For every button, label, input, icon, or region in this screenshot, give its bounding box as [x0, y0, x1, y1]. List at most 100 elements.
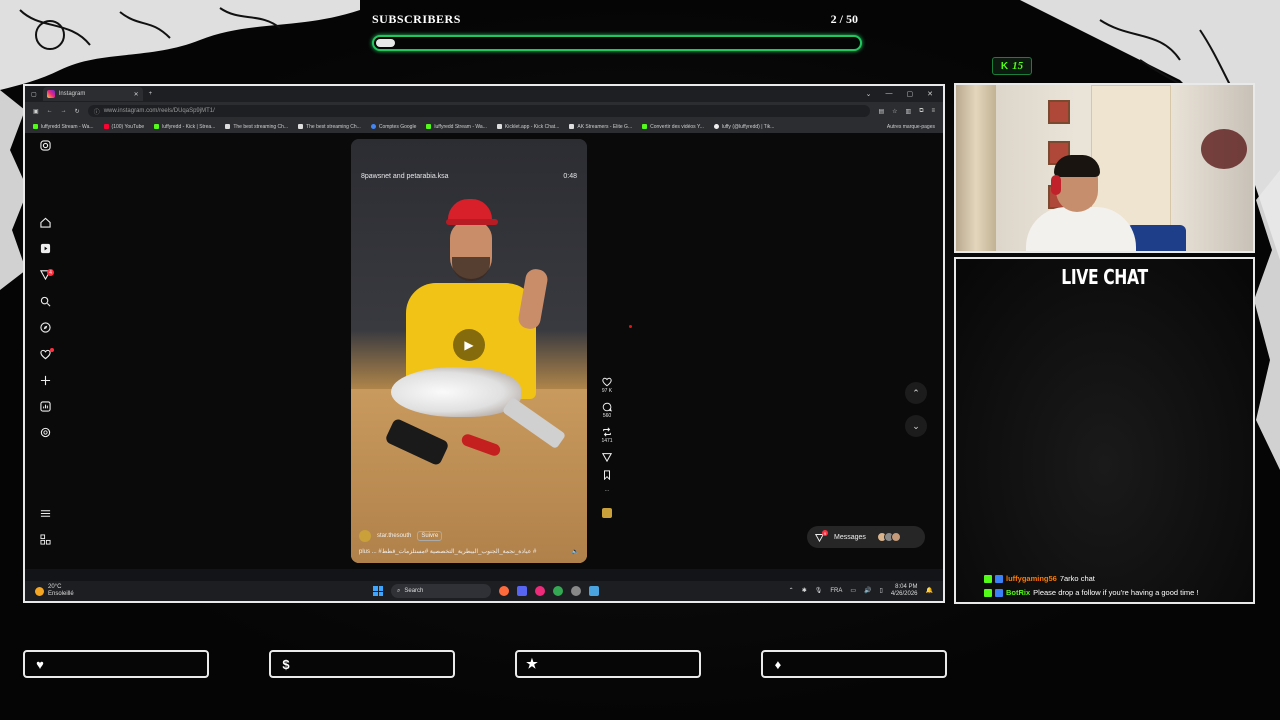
- kick-badge-icon: [984, 589, 992, 597]
- notification-center-icon[interactable]: 🔔: [926, 588, 933, 595]
- taskbar-search[interactable]: ⌕ Search: [391, 584, 491, 598]
- search-icon[interactable]: [39, 295, 51, 307]
- taskbar-search-placeholder: Search: [404, 588, 424, 594]
- menu-icon[interactable]: ≡: [931, 108, 935, 114]
- other-bookmarks-folder[interactable]: Autres marque-pages: [887, 124, 935, 130]
- bookmark-item[interactable]: AK Streamers - Elite G...: [569, 124, 632, 130]
- social-box-dollar: $: [269, 650, 455, 678]
- calculator-icon[interactable]: [589, 586, 599, 596]
- threads-icon[interactable]: [39, 426, 51, 438]
- follow-button[interactable]: Suivre: [417, 531, 443, 541]
- window-controls: ⌄ — ▢ ✕: [866, 90, 943, 98]
- heart-icon: [602, 377, 612, 387]
- tray-overflow-icon[interactable]: ⌃: [789, 588, 794, 595]
- create-icon[interactable]: [39, 374, 51, 386]
- search-icon: ⌕: [397, 587, 401, 594]
- microphone-icon[interactable]: 🎙: [815, 588, 823, 595]
- reels-icon[interactable]: [39, 242, 51, 254]
- bookmark-item[interactable]: (100) YouTube: [103, 124, 144, 130]
- play-icon[interactable]: ▶: [453, 329, 485, 361]
- bluetooth-icon[interactable]: ✱: [802, 588, 807, 595]
- kick-viewer-count: 15: [1012, 60, 1024, 72]
- like-action[interactable]: 97 K: [602, 377, 612, 394]
- mute-icon[interactable]: 🔈: [572, 548, 579, 555]
- share-action[interactable]: [602, 452, 612, 462]
- bookmark-label: Comptes Google: [378, 123, 417, 130]
- discord-icon[interactable]: [517, 586, 527, 596]
- bookmark-item[interactable]: Convertir des vidéos Y...: [642, 124, 704, 130]
- also-from-meta-icon[interactable]: [39, 533, 51, 545]
- firefox-icon[interactable]: [499, 586, 509, 596]
- author-avatar[interactable]: [359, 530, 371, 542]
- network-icon[interactable]: ▭: [850, 588, 856, 595]
- bot-badge-icon: [995, 589, 1003, 597]
- minimize-icon[interactable]: —: [886, 90, 893, 98]
- chrome-icon[interactable]: [553, 586, 563, 596]
- volume-icon[interactable]: 🔊: [864, 588, 871, 595]
- webcam-feed: [954, 83, 1255, 253]
- reader-mode-icon[interactable]: ▤: [878, 108, 884, 115]
- close-tab-icon[interactable]: ✕: [134, 91, 139, 98]
- forward-icon[interactable]: →: [61, 108, 67, 114]
- next-reel-button[interactable]: ⌄: [905, 415, 927, 437]
- reel-caption[interactable]: plus ... #عيادة_نجمة_الجنوب_البيطرية_الت…: [359, 548, 536, 555]
- bookmark-item[interactable]: luffyredd - Kick | Strea...: [154, 124, 215, 130]
- bookmark-item[interactable]: Comptes Google: [370, 123, 417, 130]
- reload-icon[interactable]: ↻: [75, 108, 80, 115]
- extensions-icon[interactable]: ⧉: [919, 108, 923, 115]
- chat-username: luffygaming56: [1006, 574, 1057, 583]
- repost-action[interactable]: 1471: [601, 427, 613, 444]
- bookmark-item[interactable]: luffyredd Stream - Wa...: [33, 124, 94, 130]
- bookmark-label: Convertir des vidéos Y...: [650, 123, 704, 130]
- more-link[interactable]: plus ...: [359, 549, 377, 555]
- instagram-logo-icon[interactable]: [39, 139, 51, 151]
- tab-instagram[interactable]: Instagram ✕: [42, 87, 143, 101]
- social-box-star: ★: [515, 650, 701, 678]
- bookmark-item[interactable]: luffy (@luffyredd) | Tik...: [713, 124, 774, 130]
- split-view-icon[interactable]: ▥: [906, 108, 912, 115]
- reel-video[interactable]: 8pawsnet and petarabia.ksa 0:48 ▶ star.t…: [351, 139, 587, 563]
- battery-icon[interactable]: ▯: [880, 588, 883, 595]
- input-language[interactable]: FRA: [830, 588, 842, 595]
- audio-thumbnail[interactable]: [602, 508, 612, 518]
- comment-action[interactable]: 560: [602, 402, 612, 419]
- tt-favicon-icon: [713, 124, 719, 129]
- chat-text: 7arko chat: [1059, 574, 1095, 583]
- chevron-up-icon: ⌃: [912, 387, 920, 398]
- explore-icon[interactable]: [39, 321, 51, 333]
- site-info-icon[interactable]: ⓘ: [94, 107, 100, 116]
- clock[interactable]: 8:04 PM 4/26/2026: [891, 584, 918, 598]
- previous-reel-button[interactable]: ⌃: [905, 382, 927, 404]
- subscribers-count: 2 / 50: [830, 12, 858, 26]
- close-window-icon[interactable]: ✕: [927, 90, 933, 98]
- like-count: 97 K: [601, 388, 613, 394]
- more-menu-icon[interactable]: [39, 507, 51, 519]
- bookmark-item[interactable]: The best streaming Ch...: [298, 124, 361, 130]
- tab-actions-icon[interactable]: ▢: [31, 91, 37, 98]
- save-action[interactable]: [602, 470, 612, 480]
- reel-duration: 0:48: [563, 173, 577, 180]
- maximize-icon[interactable]: ▢: [907, 90, 914, 98]
- back-icon[interactable]: ←: [47, 108, 53, 114]
- bookmark-item[interactable]: Kicklet.app - Kick Chat...: [496, 124, 559, 130]
- bookmark-star-icon[interactable]: ☆: [892, 108, 897, 115]
- weather-widget[interactable]: 20°C Ensoleillé: [35, 584, 74, 598]
- new-tab-icon[interactable]: +: [149, 91, 153, 97]
- sidebar-icon[interactable]: ▣: [33, 108, 39, 115]
- notification-dot: [50, 348, 54, 352]
- reel-collab[interactable]: 8pawsnet and petarabia.ksa: [361, 173, 449, 180]
- author-name[interactable]: star.thesouth: [377, 533, 411, 539]
- more-options-icon[interactable]: ···: [605, 488, 610, 494]
- dashboard-icon[interactable]: [39, 400, 51, 412]
- reel-author: star.thesouth Suivre: [359, 530, 579, 542]
- home-icon[interactable]: [39, 216, 51, 228]
- bookmark-item[interactable]: luffyredd Stream - Wa...: [426, 124, 487, 130]
- tab-search-icon[interactable]: ⌄: [866, 90, 872, 98]
- windows-start-icon[interactable]: [373, 586, 383, 596]
- star-icon: ★: [526, 656, 538, 671]
- messages-button[interactable]: 9 Messages: [807, 526, 925, 548]
- url-input[interactable]: ⓘ www.instagram.com/reels/DUqaSp9jMT1/: [87, 105, 871, 117]
- obs-icon[interactable]: [571, 586, 581, 596]
- bookmark-item[interactable]: The best streaming Ch...: [225, 124, 288, 130]
- instagram-app-icon[interactable]: [535, 586, 545, 596]
